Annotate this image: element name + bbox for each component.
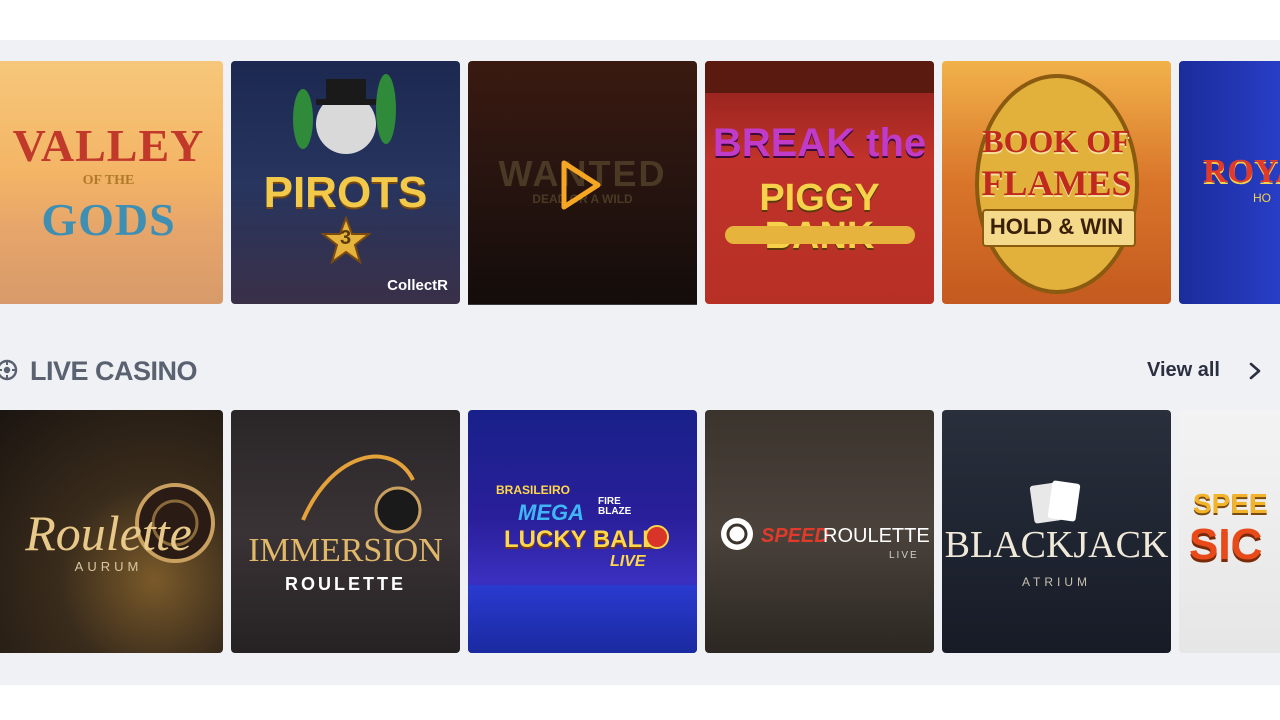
game-tile-book-of-flames[interactable]: BOOK OF FLAMES HOLD & WIN [942,61,1171,304]
collectr-badge: CollectR [387,277,448,294]
live-title: BRASILEIRO [496,483,571,497]
top-spacer [0,0,1280,40]
live-tile-speed-sic-bo[interactable]: SPEE SIC [1179,410,1280,653]
game-title: FLAMES [981,163,1132,203]
live-tile-mega-fire-blaze-lucky-ball[interactable]: BRASILEIRO MEGA FIRE BLAZE LUCKY BALL LI… [468,410,697,653]
live-tile-immersion-roulette[interactable]: IMMERSION ROULETTE [231,410,460,653]
live-subtitle: FIRE BLAZE [598,496,632,517]
game-subtitle: HO [1253,191,1271,205]
live-title: IMMERSION [248,532,443,569]
live-title: LUCKY BALL [504,526,657,553]
game-title: BOOK OF [982,123,1131,159]
live-casino-header: LIVE CASINO View all [0,350,1280,390]
pirots-art-icon [293,74,396,154]
roulette-swirl-icon [301,454,422,534]
live-title: BLACKJACK [944,524,1169,566]
lucky-ball-icon [645,525,669,549]
game-number: 3 [339,227,352,249]
live-subtitle: ROULETTE [285,574,406,594]
live-subtitle: AURUM [74,559,143,574]
game-title: ROYA [1203,153,1280,190]
live-title: MEGA [518,500,584,525]
live-subtitle: LIVE [610,553,646,570]
live-casino-icon [0,359,18,381]
section-title: LIVE CASINO [30,356,198,386]
live-title: SPEED [761,525,829,547]
live-title: Roulette [25,505,192,561]
live-tile-speed-roulette[interactable]: SPEED ROULETTE LIVE [705,410,934,653]
live-casino-row: Roulette AURUM IMMERSION ROULETTE BRASIL… [0,410,1280,654]
game-tile-break-the-piggy-bank[interactable]: BREAK the PIGGY BANK [705,61,934,304]
chevron-right-icon[interactable] [1248,362,1262,380]
video-progress-bar [468,304,697,305]
game-subtitle: OF THE [82,173,135,188]
coins-decoration [725,226,915,244]
game-tile-wanted[interactable]: WANTED DEAD OR A WILD [468,61,697,305]
game-title: VALLEY [12,120,205,171]
live-subtitle: LIVE [889,550,919,561]
game-title: BREAK the [712,121,927,165]
tile-top-decoration [705,61,934,93]
live-tile-roulette-aurum[interactable]: Roulette AURUM [0,410,223,653]
play-icon[interactable] [560,159,602,211]
live-title: SIC [1189,520,1263,569]
playing-cards-icon [1029,480,1081,524]
game-title: GODS [41,194,176,245]
live-title: ROULETTE [823,525,930,547]
game-tile-pirots-3[interactable]: PIROTS 3 CollectR [231,61,460,304]
game-title: PIROTS [263,168,428,217]
game-tile-royal[interactable]: ROYA HO [1179,61,1280,304]
view-all-link[interactable]: View all [1147,359,1220,382]
live-title: SPEE [1193,488,1268,519]
roulette-icon [721,518,753,550]
live-tile-blackjack-atrium[interactable]: BLACKJACK ATRIUM [942,410,1171,653]
game-tile-valley-of-the-gods[interactable]: VALLEY OF THE GODS [0,61,223,304]
game-subtitle: HOLD & WIN [989,214,1124,239]
grid-floor-decoration [468,585,697,653]
live-subtitle: ATRIUM [1021,575,1092,589]
games-row: VALLEY OF THE GODS PIROTS 3 CollectR WAN… [0,61,1280,305]
